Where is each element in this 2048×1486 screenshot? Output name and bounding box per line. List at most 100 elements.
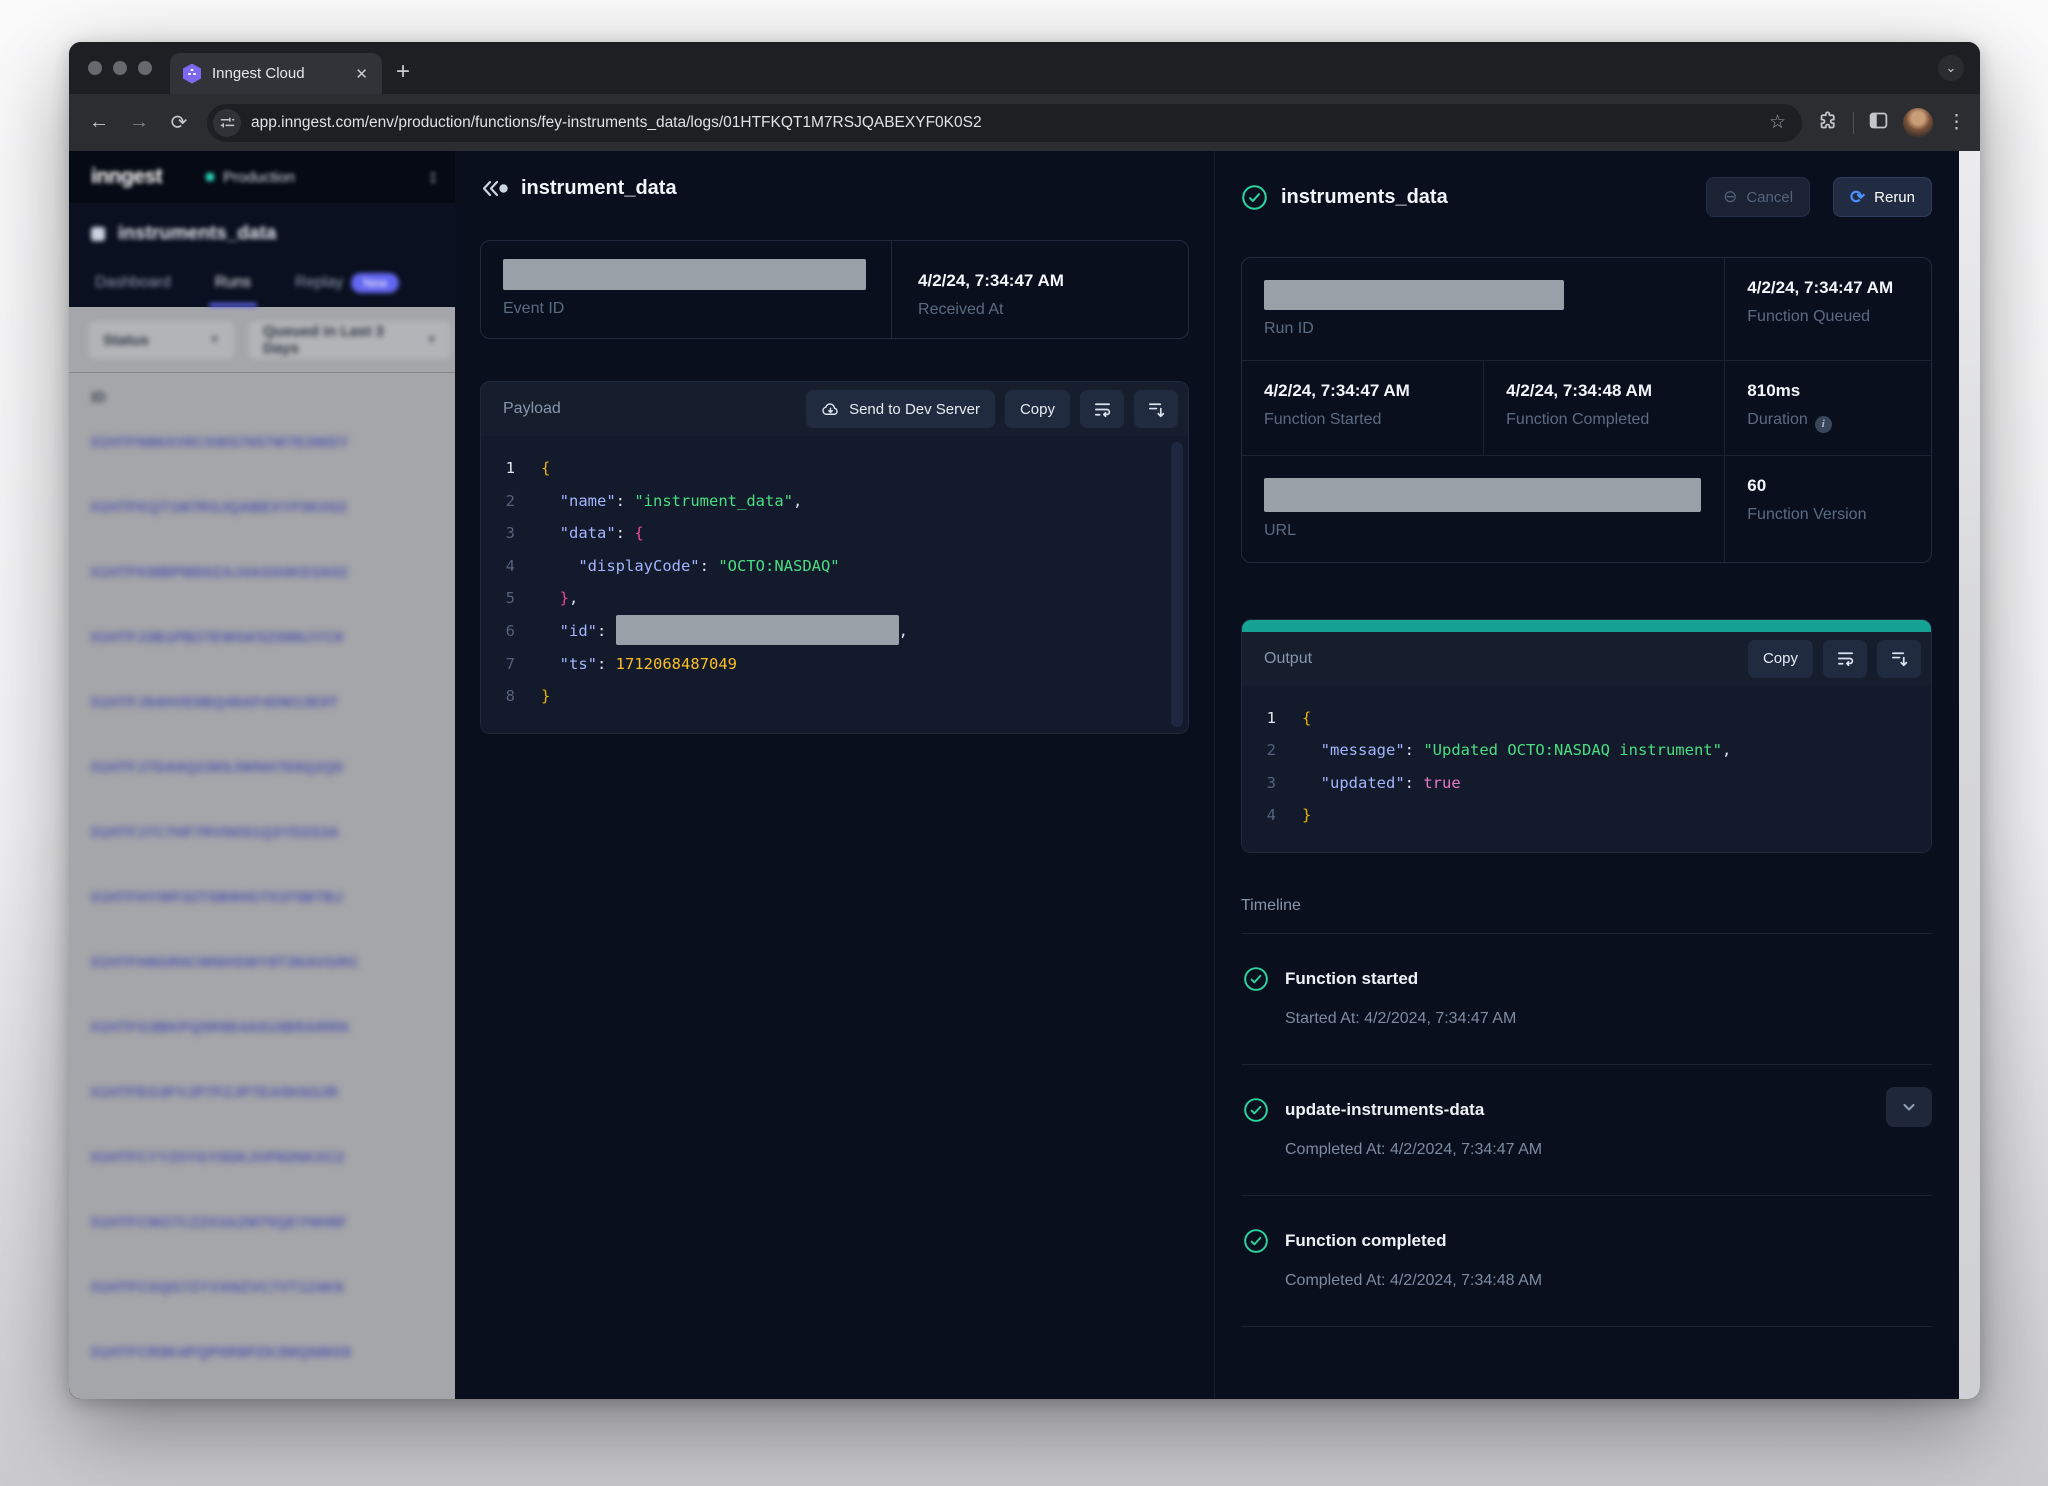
function-queued-cell: 4/2/24, 7:34:47 AM Function Queued [1724,258,1931,360]
run-panel: instruments_data ⊖ Cancel ⟳ Rerun Run ID… [1215,151,1980,1399]
tab-runs[interactable]: Runs [215,273,251,307]
code-token: : [597,615,616,648]
environment-switcher-icon[interactable]: ▲▼ [429,170,437,185]
run-id-label: Run ID [1264,320,1702,338]
payload-code: 1{2 "name": "instrument_data",3 "data": … [481,436,1188,733]
function-icon [91,227,105,241]
code-token: { [634,517,643,550]
url-text[interactable]: app.inngest.com/env/production/functions… [251,114,1761,132]
line-number: 5 [481,582,515,615]
maximize-window-button[interactable] [138,61,152,75]
event-panel: instrument_data Event ID 4/2/24, 7:34:47… [455,151,1215,1399]
window-controls[interactable] [69,42,170,94]
site-info-icon[interactable] [213,109,241,137]
chevron-down-icon: ▼ [426,334,437,346]
function-tabs: Dashboard Runs Replay New [95,273,433,307]
browser-menu-icon[interactable]: ⋮ [1947,113,1966,132]
code-token: , [899,615,908,648]
line-number: 3 [481,517,515,550]
forward-icon[interactable]: → [121,105,157,141]
run-id-item[interactable]: 01HTFCYYZ0YGY0DKJVP82NKXC2 [69,1125,455,1190]
new-tab-button[interactable]: + [396,58,410,86]
page-scrollbar[interactable] [1959,151,1980,1399]
step-success-check-icon [1243,1097,1269,1123]
code-token: "name" [560,485,616,518]
code-token [1302,734,1321,767]
code-token: { [541,452,550,485]
status-filter-dropdown[interactable]: Status ▼ [89,321,234,359]
code-token: : [700,550,719,583]
run-id-item[interactable]: 01HTFKMBPMD0ZAJ4AG04KD3A02 [69,540,455,605]
run-id-item[interactable]: 01HTFKQT1M7RSJQABEXYF0K0S2 [69,475,455,540]
scroll-to-bottom-button[interactable] [1134,390,1178,428]
sidebar-top-bar: inngest Production ▲▼ [69,151,455,203]
browser-tab[interactable]: Inngest Cloud ✕ [170,53,382,94]
run-id-item[interactable]: 01HTFCSQG7ZYVXNZVC7VT1Z4K6 [69,1255,455,1320]
cancel-button[interactable]: ⊖ Cancel [1706,177,1810,217]
completed-value: 4/2/24, 7:34:48 AM [1506,381,1702,401]
line-number: 4 [1242,799,1276,832]
run-id-item[interactable]: 01HTFCR9K4PQP0R8PZK3MQNMX8 [69,1320,455,1385]
output-scroll-to-bottom-button[interactable] [1877,640,1921,678]
tab-strip: Inngest Cloud ✕ + ⌄ [69,42,1980,94]
word-wrap-icon [1093,400,1112,419]
code-token: , [1722,734,1731,767]
browser-toolbar: ← → ⟳ app.inngest.com/env/production/fun… [69,94,1980,151]
info-icon[interactable]: i [1815,416,1832,433]
completed-label: Function Completed [1506,411,1702,429]
tab-dashboard[interactable]: Dashboard [95,273,171,307]
copy-button-label: Copy [1020,401,1055,418]
expand-step-button[interactable] [1886,1087,1932,1127]
run-id-item[interactable]: 01HTFEG3FVJP7FZJP7EA5KN3JR [69,1060,455,1125]
code-line: 6 "id": , [481,615,1188,648]
output-code: 1{2 "message": "Updated OCTO:NASDAQ inst… [1242,686,1931,852]
version-label: Function Version [1747,506,1909,524]
reload-icon[interactable]: ⟳ [161,105,197,141]
time-range-filter-dropdown[interactable]: Queued in Last 3 Days ▼ [249,321,451,359]
back-icon[interactable]: ← [81,105,117,141]
output-word-wrap-button[interactable] [1823,640,1867,678]
inngest-logo: inngest [91,165,162,189]
send-to-dev-server-button[interactable]: Send to Dev Server [806,390,995,428]
output-copy-button[interactable]: Copy [1748,640,1813,678]
run-id-item[interactable]: 01HTFN86XV8CXWS7657W7E3WDY [69,410,455,475]
code-line: 7 "ts": 1712068487049 [481,648,1188,681]
line-number: 7 [481,648,515,681]
code-line: 2 "message": "Updated OCTO:NASDAQ instru… [1242,734,1931,767]
bookmark-star-icon[interactable]: ☆ [1761,111,1794,134]
run-id-item[interactable]: 01HTFHYWF32TSB9HGT01F5BTBJ [69,865,455,930]
code-token: "Updated OCTO:NASDAQ instrument" [1423,734,1722,767]
word-wrap-button[interactable] [1080,390,1124,428]
minimize-window-button[interactable] [113,61,127,75]
timeline-title: Timeline [1241,897,1932,915]
extensions-puzzle-icon[interactable] [1818,110,1839,136]
rerun-button[interactable]: ⟳ Rerun [1833,177,1932,217]
payload-copy-button[interactable]: Copy [1005,390,1070,428]
tab-close-icon[interactable]: ✕ [351,63,372,85]
code-token: "message" [1321,734,1405,767]
profile-avatar[interactable] [1903,108,1933,138]
run-id-item[interactable]: 01HTFH9GR0CWNHSWY8T3NAVGRC [69,930,455,995]
close-window-button[interactable] [88,61,102,75]
address-bar[interactable]: app.inngest.com/env/production/functions… [207,104,1802,142]
run-id-item[interactable]: 01HTFG3BKPQ5R9E4A910BRARRN [69,995,455,1060]
run-id-item[interactable]: 01HTFCW27CZ2X3AZM75QEYNH8F [69,1190,455,1255]
toolbar-right-icons: ⋮ [1814,108,1966,138]
run-id-item[interactable]: 01HTFJ3B1PB27EWGK5Z0M6JYC8 [69,605,455,670]
id-column-header: ID [69,373,455,410]
run-id-item[interactable]: 01HTFJ94HVE0BQ48AF4DM13E9T [69,670,455,735]
run-id-item[interactable]: 01HTFJ7DA6Q238SJWNH7E8Q2Q0 [69,735,455,800]
timeline-item-update-instruments-data: update-instruments-data Completed At: 4/… [1241,1065,1932,1196]
word-wrap-icon [1836,649,1855,668]
side-panel-icon[interactable] [1868,110,1889,136]
rerun-refresh-icon: ⟳ [1850,187,1865,208]
code-scrollbar[interactable] [1171,442,1183,727]
tab-replay[interactable]: Replay New [295,273,399,307]
code-token: , [793,485,802,518]
environment-selector[interactable]: Production [206,169,429,186]
run-id-item[interactable]: 01HTFJ7C7HF7RVN0S1Q3YD2S3A [69,800,455,865]
line-number: 3 [1242,767,1276,800]
tab-search-chevron-icon[interactable]: ⌄ [1938,55,1964,81]
inngest-app: inngest Production ▲▼ instruments_data D… [69,151,1980,1399]
inngest-favicon [182,64,202,84]
